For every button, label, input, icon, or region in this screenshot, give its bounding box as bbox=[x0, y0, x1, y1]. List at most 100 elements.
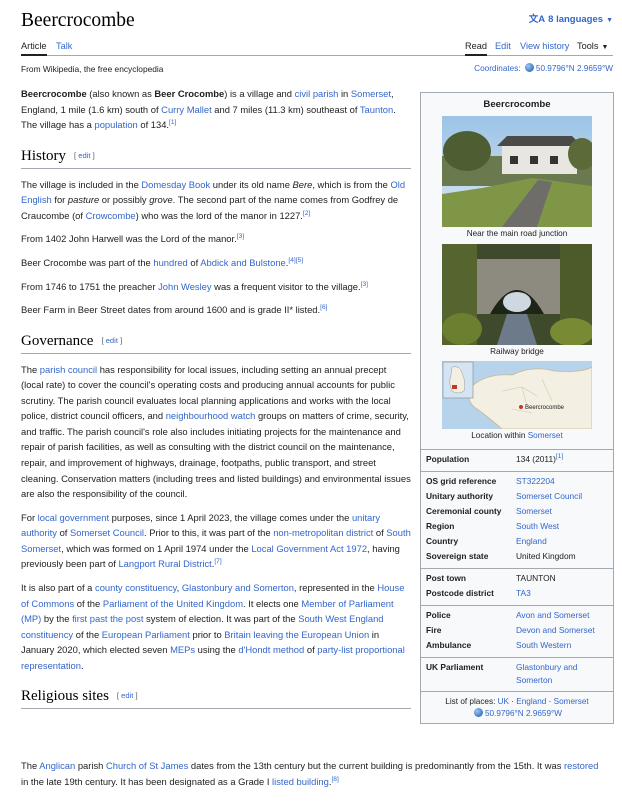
link[interactable]: Curry Mallet bbox=[161, 104, 212, 115]
coordinates-link[interactable]: 50.9796°N 2.9659°W bbox=[485, 709, 562, 718]
link[interactable]: population bbox=[94, 119, 137, 130]
row-key: Police bbox=[426, 610, 451, 621]
text: of the bbox=[74, 597, 103, 609]
link[interactable]: d'Hondt method bbox=[238, 644, 304, 655]
link[interactable]: civil parish bbox=[295, 88, 339, 99]
tools-menu[interactable]: Tools ▼ bbox=[577, 38, 608, 56]
link[interactable]: Somerset bbox=[528, 431, 563, 440]
link[interactable]: parish council bbox=[40, 364, 97, 375]
text: , which was formed on 1 April 1974 under… bbox=[61, 542, 252, 554]
infobox-row: Postcode district TA3 bbox=[421, 586, 613, 601]
link[interactable]: England bbox=[516, 697, 546, 706]
link[interactable]: non-metropolitan district bbox=[273, 527, 373, 538]
link[interactable]: Somerset Council bbox=[70, 527, 144, 538]
link[interactable]: Langport Rural District bbox=[118, 558, 211, 569]
railway-bridge-photo[interactable] bbox=[442, 243, 592, 345]
link[interactable]: Local Government Act 1972 bbox=[251, 543, 367, 554]
text: Location within bbox=[471, 430, 528, 440]
row-value[interactable]: England bbox=[516, 535, 608, 548]
text: The village is included in the bbox=[21, 178, 142, 190]
edit-label[interactable]: edit bbox=[121, 691, 133, 700]
reference-link[interactable]: [2] bbox=[303, 210, 310, 217]
section-heading-religious-sites: Religious sites [ edit ] bbox=[21, 685, 411, 710]
section-heading-governance: Governance [ edit ] bbox=[21, 330, 411, 354]
link[interactable]: hundred bbox=[153, 257, 187, 268]
separator: · bbox=[546, 696, 554, 706]
language-button[interactable]: 文A 8 languages ▼ bbox=[529, 13, 613, 28]
link[interactable]: Glastonbury and Somerton bbox=[182, 582, 294, 593]
text: ) is a village and bbox=[224, 88, 295, 99]
paragraph: From 1746 to 1751 the preacher John Wesl… bbox=[21, 279, 411, 295]
edit-section-link[interactable]: [ edit ] bbox=[101, 336, 122, 345]
link[interactable]: Parliament of the United Kingdom bbox=[103, 598, 243, 609]
tab-talk[interactable]: Talk bbox=[56, 38, 72, 54]
coordinates[interactable]: Coordinates: 50.9796°N 2.9659°W bbox=[474, 62, 613, 76]
edit-section-link[interactable]: [ edit ] bbox=[117, 691, 138, 700]
reference-link[interactable]: [6] bbox=[320, 304, 327, 312]
link[interactable]: Church of St James bbox=[106, 760, 188, 771]
reference-link[interactable]: [3] bbox=[361, 281, 368, 288]
edit-label[interactable]: edit bbox=[78, 151, 90, 160]
row-value[interactable]: Avon and Somerset bbox=[516, 609, 608, 622]
row-value[interactable]: Somerset Council bbox=[516, 490, 608, 503]
edit-section-link[interactable]: [ edit ] bbox=[74, 151, 95, 160]
infobox-row: Fire Devon and Somerset bbox=[421, 623, 613, 638]
paragraph: Beer Farm in Beer Street dates from arou… bbox=[21, 302, 411, 318]
tab-article[interactable]: Article bbox=[21, 38, 47, 56]
link[interactable]: Britain leaving the European Union bbox=[224, 629, 369, 640]
link[interactable]: Abdick and Bulstone bbox=[200, 257, 285, 268]
link[interactable]: first past the post bbox=[72, 613, 143, 624]
text: List of places: bbox=[445, 696, 498, 706]
text: . Prior to this, it was part of the bbox=[144, 527, 274, 539]
link[interactable]: local government bbox=[38, 512, 109, 523]
tab-read[interactable]: Read bbox=[465, 38, 487, 56]
row-value[interactable]: Devon and Somerset bbox=[516, 624, 608, 637]
row-value[interactable]: South West bbox=[516, 520, 608, 533]
tab-view-history[interactable]: View history bbox=[520, 38, 569, 54]
row-value[interactable]: South Western bbox=[516, 639, 608, 652]
page-tabs: Article Talk Read Edit View history Tool… bbox=[21, 38, 613, 56]
link[interactable]: Somerset bbox=[554, 697, 589, 706]
row-value[interactable]: ST322204 bbox=[516, 475, 608, 488]
map-caption: Location within Somerset bbox=[421, 429, 613, 445]
link[interactable]: restored bbox=[564, 760, 598, 771]
coordinates-label: Coordinates: bbox=[474, 64, 521, 73]
reference-link[interactable]: [4][5] bbox=[288, 257, 303, 264]
reference-link[interactable]: [1] bbox=[169, 119, 176, 126]
link[interactable]: Taunton bbox=[360, 104, 393, 115]
image-caption: Near the main road junction bbox=[466, 229, 568, 239]
location-map[interactable]: Beercrocombe bbox=[442, 360, 592, 429]
reference-link[interactable]: [8] bbox=[331, 776, 338, 783]
link[interactable]: John Wesley bbox=[158, 281, 212, 292]
reference-link[interactable]: [7] bbox=[214, 558, 221, 565]
link[interactable]: Domesday Book bbox=[141, 179, 210, 190]
link[interactable]: county constituency bbox=[95, 582, 177, 593]
row-value[interactable]: TA3 bbox=[516, 587, 608, 600]
village-photo[interactable] bbox=[442, 116, 592, 228]
link[interactable]: Anglican bbox=[39, 760, 75, 771]
reference-link[interactable]: [1] bbox=[556, 453, 563, 460]
article-body: Beercrocombe (also known as Beer Crocomb… bbox=[21, 86, 411, 717]
bold-text: Beercrocombe bbox=[21, 88, 87, 99]
text: by the bbox=[41, 613, 73, 625]
infobox-row-population: Population 134 (2011)[1] bbox=[421, 452, 613, 467]
link[interactable]: European Parliament bbox=[102, 629, 190, 640]
chevron-down-icon: ▼ bbox=[601, 44, 609, 51]
link[interactable]: MEPs bbox=[170, 644, 195, 655]
text: using the bbox=[195, 644, 239, 656]
tab-edit[interactable]: Edit bbox=[495, 38, 511, 54]
row-value[interactable]: Somerset bbox=[516, 505, 608, 518]
paragraph: The parish council has responsibility fo… bbox=[21, 362, 411, 502]
edit-label[interactable]: edit bbox=[106, 336, 118, 345]
link[interactable]: neighbourhood watch bbox=[166, 410, 256, 421]
link[interactable]: listed building bbox=[272, 776, 329, 787]
link[interactable]: Somerset bbox=[351, 88, 391, 99]
infobox-row: Region South West bbox=[421, 519, 613, 534]
link[interactable]: Crowcombe bbox=[86, 210, 136, 221]
coordinates-value[interactable]: 50.9796°N 2.9659°W bbox=[536, 64, 613, 73]
reference-link[interactable]: [3] bbox=[237, 233, 244, 240]
row-value[interactable]: Glastonbury and Somerton bbox=[516, 661, 608, 686]
text: prior to bbox=[189, 628, 225, 640]
link[interactable]: UK bbox=[498, 697, 509, 706]
paragraph: For local government purposes, since 1 A… bbox=[21, 510, 411, 572]
